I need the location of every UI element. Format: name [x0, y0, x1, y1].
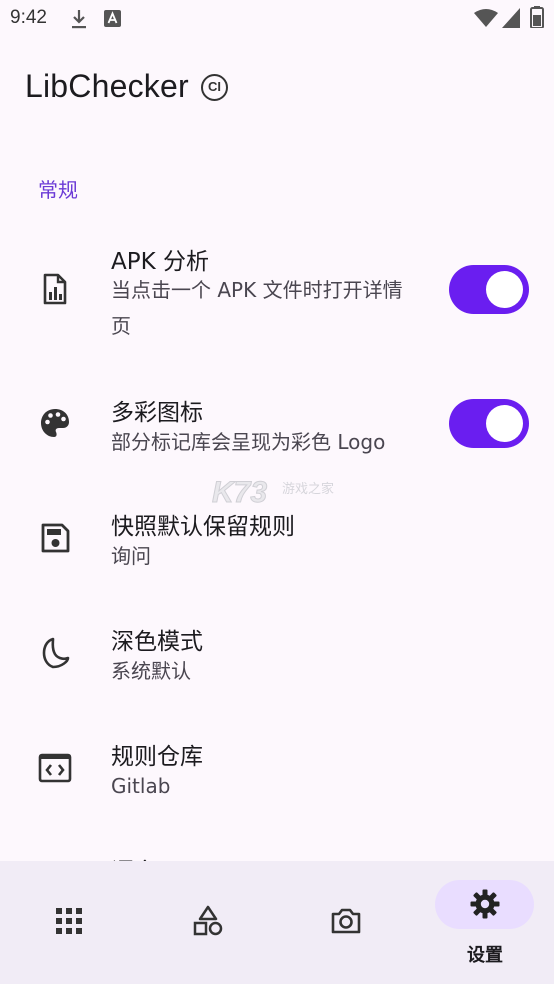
pref-colorful-icons[interactable]: 多彩图标 部分标记库会呈现为彩色 Logo — [0, 380, 554, 470]
nav-item-snapshot[interactable] — [277, 861, 415, 984]
pref-summary: 部分标记库会呈现为彩色 Logo — [111, 430, 386, 454]
switch-thumb — [486, 405, 523, 442]
code-repo-icon — [38, 753, 72, 783]
wifi-icon — [474, 9, 498, 27]
bottom-navigation: 设置 — [0, 861, 554, 984]
camera-icon — [331, 908, 361, 934]
pref-title: APK 分析 — [111, 249, 209, 275]
shapes-icon — [193, 905, 223, 936]
pref-title: 深色模式 — [111, 629, 203, 655]
palette-icon — [41, 409, 69, 437]
switch-thumb — [486, 271, 523, 308]
pref-title: 规则仓库 — [111, 744, 203, 770]
colorful-icons-switch[interactable] — [449, 399, 529, 448]
pref-dark-mode[interactable]: 深色模式 系统默认 — [0, 610, 554, 700]
status-time: 9:42 — [10, 7, 47, 28]
pref-summary: Gitlab — [111, 774, 171, 798]
nav-item-libraries[interactable] — [139, 861, 277, 984]
pref-summary: 当点击一个 APK 文件时打开详情页 — [111, 278, 403, 338]
notification-a-icon — [104, 10, 121, 27]
pref-apk-analysis[interactable]: APK 分析 当点击一个 APK 文件时打开详情页 — [0, 230, 554, 360]
apps-grid-icon — [56, 908, 82, 934]
nav-item-settings[interactable]: 设置 — [416, 861, 554, 984]
pref-summary: 询问 — [111, 544, 151, 568]
pref-title: 多彩图标 — [111, 400, 203, 426]
download-icon — [72, 10, 86, 29]
section-header-general: 常规 — [38, 178, 78, 202]
settings-gear-icon — [470, 889, 500, 919]
apk-analysis-icon — [43, 273, 67, 305]
nav-item-apps[interactable] — [0, 861, 138, 984]
settings-screen: 9:42 LibChecker CI 常规 APK 分析 当点击一个 APK 文… — [0, 0, 554, 984]
cell-signal-icon — [502, 8, 520, 28]
pref-rules-repository[interactable]: 规则仓库 Gitlab — [0, 725, 554, 815]
pref-summary: 系统默认 — [111, 659, 191, 683]
ci-badge: CI — [201, 74, 228, 101]
pref-snapshot-retention[interactable]: 快照默认保留规则 询问 — [0, 495, 554, 585]
pref-title: 快照默认保留规则 — [111, 514, 295, 540]
status-bar: 9:42 — [0, 0, 554, 38]
nav-label-settings: 设置 — [467, 945, 503, 966]
app-title: LibChecker — [25, 68, 189, 104]
battery-icon — [530, 6, 544, 28]
apk-analysis-switch[interactable] — [449, 265, 529, 314]
dark-mode-icon — [42, 637, 70, 669]
save-icon — [41, 523, 70, 553]
